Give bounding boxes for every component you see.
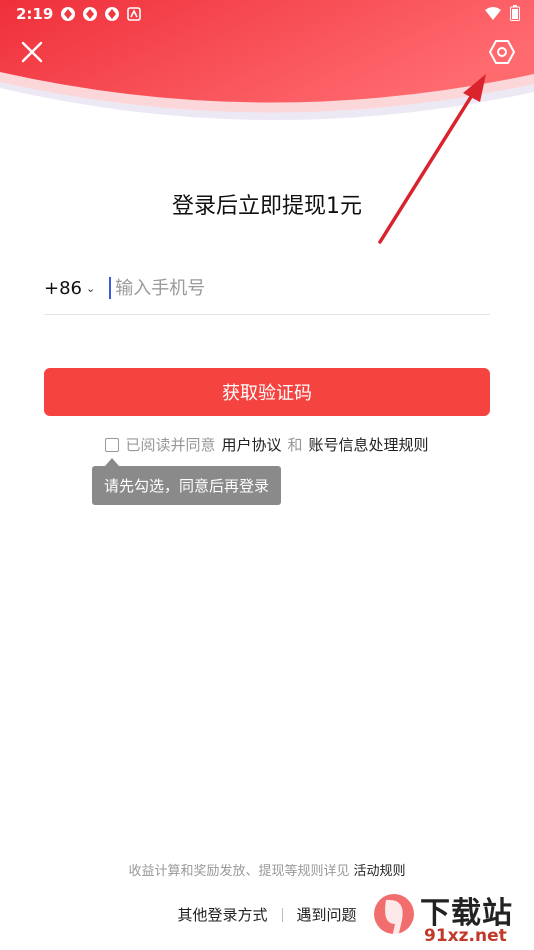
app-notification-icon [82,6,98,22]
status-bar: 2:19 [0,0,534,28]
app-notification-icon [60,6,76,22]
phone-row: +86 ⌄ [44,262,490,315]
status-right-icons [484,5,520,25]
watermark-logo-icon [374,894,414,946]
other-login-link[interactable]: 其他登录方式 [177,904,267,925]
user-agreement-link[interactable]: 用户协议 [221,434,281,455]
footer-note-text: 收益计算和奖励发放、提现等规则详见 [128,864,350,879]
android-icon [126,6,142,22]
chevron-down-icon: ⌄ [86,281,96,295]
page-title: 登录后立即提现1元 [172,194,362,219]
battery-icon [510,5,520,25]
settings-hexagon-icon [489,40,515,64]
problems-link[interactable]: 遇到问题 [297,904,357,925]
agree-checkbox[interactable] [105,437,120,452]
app-notification-icon [104,6,120,22]
watermark-url: 91xz.net [424,926,507,946]
phone-input[interactable] [113,276,478,300]
wifi-icon [484,6,502,25]
settings-button[interactable] [488,38,516,66]
tooltip-text: 请先勾选，同意后再登录 [92,466,282,505]
account-rules-link[interactable]: 账号信息处理规则 [309,434,429,455]
agree-prefix: 已阅读并同意 [125,436,216,454]
agreement-row: 已阅读并同意 用户协议 和 账号信息处理规则 [0,434,534,455]
get-code-button[interactable]: 获取验证码 [44,368,490,416]
and-text: 和 [287,436,303,454]
tooltip-arrow [105,458,119,466]
activity-rules-link[interactable]: 活动规则 [354,864,406,879]
close-button[interactable] [18,38,46,66]
footer-divider [281,907,283,922]
status-notification-icons [60,6,142,22]
status-time: 2:19 [16,5,54,23]
country-code-label: +86 [44,277,82,299]
close-icon [21,41,43,63]
footer-note: 收益计算和奖励发放、提现等规则详见 活动规则 [0,860,534,879]
country-code-selector[interactable]: +86 ⌄ [44,278,95,299]
text-cursor [109,277,112,299]
watermark: 下载站 91xz.net [368,888,534,950]
